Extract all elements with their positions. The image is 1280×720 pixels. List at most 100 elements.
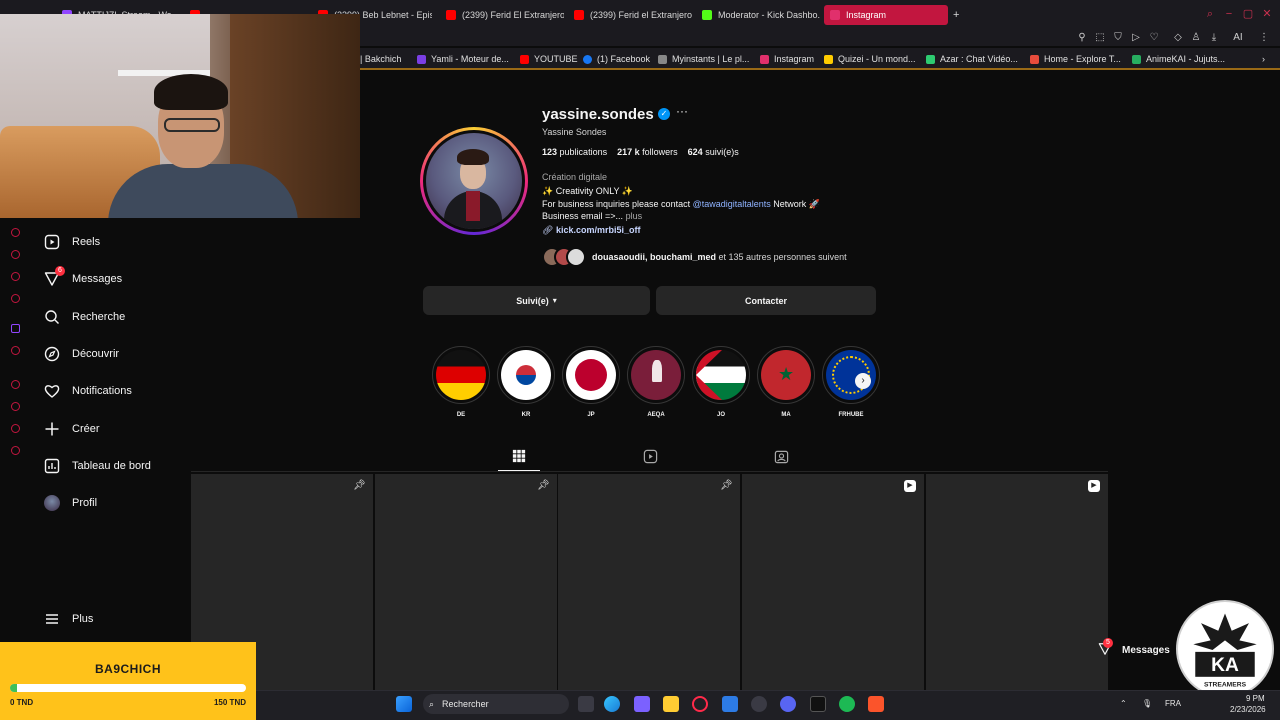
screenshot-icon[interactable]: ⬚ xyxy=(1094,32,1106,44)
highlight-item[interactable]: FRHUBE xyxy=(822,346,880,418)
store-icon[interactable] xyxy=(722,696,738,712)
bookmark[interactable]: Quizei - Un mond... xyxy=(824,53,916,65)
shield-icon[interactable]: ⛉ xyxy=(1112,32,1124,44)
bookmark[interactable]: AnimeKAI - Jujuts... xyxy=(1132,53,1225,65)
terminal-icon[interactable] xyxy=(810,696,826,712)
spotify-icon[interactable] xyxy=(839,696,855,712)
bookmark[interactable]: Yamli - Moteur de... xyxy=(417,53,509,65)
taskbar-search[interactable]: ⌕ Rechercher xyxy=(423,694,569,714)
twitch-icon[interactable] xyxy=(11,324,20,333)
settings-icon[interactable] xyxy=(751,696,767,712)
browser-tab[interactable]: (2399) Ferid el Extranjero xyxy=(568,5,692,25)
clock-date[interactable]: 2/23/2026 xyxy=(1230,705,1266,714)
profile-options-button[interactable]: ··· xyxy=(676,104,688,118)
bio-more-link[interactable]: plus xyxy=(626,211,643,221)
post-tile[interactable]: ▶ xyxy=(926,474,1108,690)
profile-avatar-story-ring[interactable] xyxy=(420,127,528,235)
side-panel-icon[interactable] xyxy=(11,294,20,303)
pin-icon[interactable]: ⚲ xyxy=(1076,32,1088,44)
language-indicator[interactable]: FRA xyxy=(1165,699,1181,708)
bio-mention-link[interactable]: @tawadigitaltalents xyxy=(693,199,771,209)
side-panel-icon[interactable] xyxy=(11,346,20,355)
bookmark[interactable]: Myinstants | Le pl... xyxy=(658,53,749,65)
side-panel-icon[interactable] xyxy=(11,272,20,281)
minimize-icon[interactable]: − xyxy=(1223,8,1235,20)
sidebar-item-profile[interactable]: Profil xyxy=(44,495,97,511)
clock-time[interactable]: 9 PM xyxy=(1246,694,1265,703)
followers-stat[interactable]: 217 k followers xyxy=(617,147,678,157)
settings-icon[interactable] xyxy=(11,446,20,455)
search-icon[interactable]: ⌕ xyxy=(1204,8,1216,20)
maximize-icon[interactable]: ▢ xyxy=(1242,8,1254,20)
bookmark[interactable]: | Bakchich xyxy=(360,53,401,65)
history-icon[interactable] xyxy=(11,402,20,411)
highlights-next-button[interactable]: › xyxy=(855,373,871,389)
profile-external-link[interactable]: 🔗︎ kick.com/mrbi5i_off xyxy=(542,225,640,236)
edge-icon[interactable] xyxy=(604,696,620,712)
bookmark[interactable]: Instagram xyxy=(760,53,814,65)
extensions-icon[interactable]: ◇ xyxy=(1172,32,1184,44)
bookmark[interactable]: YOUTUBE xyxy=(520,53,578,65)
webcam-person-body xyxy=(108,164,298,218)
side-panel-icon[interactable] xyxy=(11,250,20,259)
tab-reels-icon[interactable] xyxy=(642,448,658,464)
sidebar-item-more[interactable]: Plus xyxy=(44,611,93,627)
side-panel-icon[interactable] xyxy=(11,424,20,433)
post-tile[interactable]: ▶ xyxy=(742,474,924,690)
close-icon[interactable]: ✕ xyxy=(1261,8,1273,20)
japan-flag-disc xyxy=(575,359,607,391)
copilot-icon[interactable] xyxy=(634,696,650,712)
highlight-item[interactable]: JP xyxy=(562,346,620,418)
opera-icon[interactable] xyxy=(692,696,708,712)
windows-start-icon[interactable] xyxy=(396,696,412,712)
sidebar-item-search[interactable]: Recherche xyxy=(44,309,125,325)
contact-button[interactable]: Contacter xyxy=(656,286,876,315)
tab-posts-grid-icon[interactable] xyxy=(511,448,527,464)
ai-button[interactable]: AI xyxy=(1228,32,1248,44)
profile-avatar-image xyxy=(44,495,60,511)
bookmark[interactable]: Azar : Chat Vidéo... xyxy=(926,53,1018,65)
dashboard-icon xyxy=(44,458,60,474)
browser-tab-active[interactable]: Instagram xyxy=(824,5,948,25)
browser-tab[interactable]: (2399) Ferid El Extranjero xyxy=(440,5,564,25)
bookmark[interactable]: Home - Explore T... xyxy=(1030,53,1121,65)
highlight-item[interactable]: KR xyxy=(497,346,555,418)
following-button[interactable]: Suivi(e) ▾ xyxy=(423,286,650,315)
file-explorer-icon[interactable] xyxy=(663,696,679,712)
followed-by[interactable]: douasaoudii, bouchami_med et 135 autres … xyxy=(542,246,847,268)
new-tab-button[interactable]: + xyxy=(950,5,966,25)
compass-icon xyxy=(44,346,60,362)
post-tile[interactable]: 📌︎ xyxy=(558,474,740,690)
side-panel-icon[interactable] xyxy=(11,380,20,389)
highlight-item[interactable]: AEQA xyxy=(627,346,685,418)
play-icon[interactable]: ▷ xyxy=(1130,32,1142,44)
reel-badge-icon: ▶ xyxy=(904,480,916,492)
highlight-item[interactable]: JO xyxy=(692,346,750,418)
side-panel-icon[interactable] xyxy=(11,228,20,237)
tab-tagged-icon[interactable] xyxy=(773,448,789,464)
following-stat[interactable]: 624 suivi(e)s xyxy=(688,147,739,157)
brave-icon[interactable] xyxy=(868,696,884,712)
highlight-item[interactable]: ★ MA xyxy=(757,346,815,418)
account-icon[interactable]: ♙ xyxy=(1190,32,1202,44)
bookmark[interactable]: (1) Facebook xyxy=(583,53,650,65)
sidebar-item-dashboard[interactable]: Tableau de bord xyxy=(44,458,151,474)
menu-icon[interactable]: ⋮ xyxy=(1258,32,1270,44)
sidebar-item-messages[interactable]: 6 Messages xyxy=(44,266,122,287)
heart-icon[interactable]: ♡ xyxy=(1148,32,1160,44)
sidebar-item-create[interactable]: Créer xyxy=(44,421,100,437)
sidebar-item-notifications[interactable]: Notifications xyxy=(44,383,132,399)
donation-title: BA9CHICH xyxy=(94,662,161,676)
sidebar-item-reels[interactable]: Reels xyxy=(44,234,100,250)
download-icon[interactable]: ⤓ xyxy=(1208,32,1220,44)
task-view-icon[interactable] xyxy=(578,696,594,712)
discord-icon[interactable] xyxy=(780,696,796,712)
highlight-item[interactable]: DE xyxy=(432,346,490,418)
browser-tab[interactable]: Moderator - Kick Dashbo... xyxy=(696,5,820,25)
post-tile[interactable]: 📌︎ xyxy=(375,474,557,690)
tray-chevron-icon[interactable]: ⌃ xyxy=(1120,699,1127,708)
floating-messages-button[interactable]: Messages xyxy=(1086,634,1176,666)
sidebar-item-explore[interactable]: Découvrir xyxy=(44,346,119,362)
bookmarks-overflow-icon[interactable]: › xyxy=(1262,53,1265,65)
microphone-icon[interactable]: 🎙︎ xyxy=(1142,699,1152,708)
